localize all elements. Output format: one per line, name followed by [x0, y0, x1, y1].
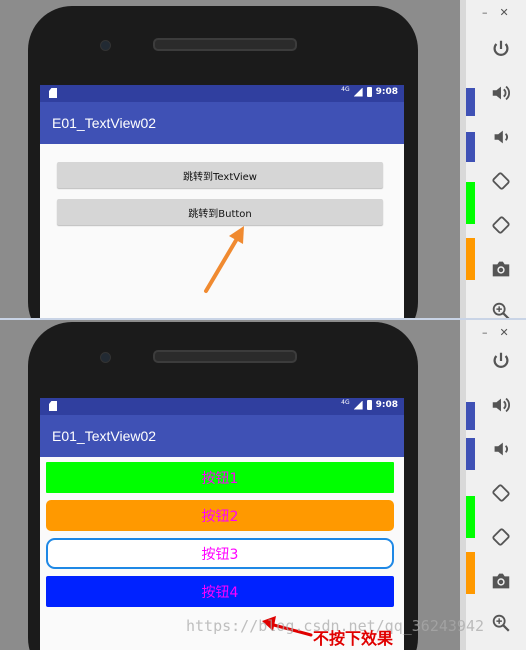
peek-swatch	[466, 402, 475, 430]
camera-lens-icon	[100, 352, 111, 363]
peek-swatch	[466, 496, 475, 538]
camera-icon[interactable]	[488, 568, 514, 594]
phone-screen: 4G 9:08 E01_TextView02 按钮1 按钮2 按钮3 按钮4	[40, 398, 404, 650]
power-icon[interactable]	[488, 36, 514, 62]
phone-frame: 4G 9:08 E01_TextView02 按钮1 按钮2 按钮3 按钮4	[28, 322, 418, 650]
button-3[interactable]: 按钮3	[46, 538, 394, 569]
network-type: 4G	[341, 398, 350, 406]
app-title: E01_TextView02	[40, 415, 404, 457]
minimize-icon[interactable]: –	[482, 326, 488, 339]
status-bar: 4G 9:08	[40, 85, 404, 102]
emulator-toolbar: – ✕	[460, 320, 526, 650]
close-icon[interactable]: ✕	[500, 6, 509, 19]
rotate-right-icon[interactable]	[488, 212, 514, 238]
rotate-left-icon[interactable]	[488, 168, 514, 194]
goto-button-button[interactable]: 跳转到Button	[57, 199, 383, 225]
rotate-left-icon[interactable]	[488, 480, 514, 506]
battery-icon	[366, 400, 372, 410]
minimize-icon[interactable]: –	[482, 6, 488, 19]
close-icon[interactable]: ✕	[500, 326, 509, 339]
app-title: E01_TextView02	[40, 102, 404, 144]
activity-content: 跳转到TextView 跳转到Button	[40, 144, 404, 318]
button-2[interactable]: 按钮2	[46, 500, 394, 531]
peek-swatch	[466, 182, 475, 224]
zoom-icon[interactable]	[488, 298, 514, 318]
signal-icon	[353, 87, 363, 97]
peek-swatch	[466, 132, 475, 162]
button-1[interactable]: 按钮1	[46, 462, 394, 493]
volume-down-icon[interactable]	[488, 436, 514, 462]
peek-swatch	[466, 438, 475, 470]
signal-icon	[353, 400, 363, 410]
sd-card-icon	[49, 401, 57, 411]
peek-swatch	[466, 88, 475, 116]
annotation-label: 不按下效果	[313, 629, 394, 648]
peek-swatch	[466, 238, 475, 280]
speaker-grill	[153, 38, 297, 51]
camera-lens-icon	[100, 40, 111, 51]
sd-card-icon	[49, 88, 57, 98]
emulator-toolbar: – ✕	[460, 0, 526, 318]
network-type: 4G	[341, 85, 350, 93]
speaker-grill	[153, 350, 297, 363]
goto-textview-button[interactable]: 跳转到TextView	[57, 162, 383, 188]
battery-icon	[366, 87, 372, 97]
toolbar-edge	[460, 320, 466, 650]
peek-swatch	[466, 552, 475, 594]
status-bar: 4G 9:08	[40, 398, 404, 415]
volume-up-icon[interactable]	[488, 80, 514, 106]
power-icon[interactable]	[488, 348, 514, 374]
rotate-right-icon[interactable]	[488, 524, 514, 550]
status-time: 9:08	[375, 87, 398, 97]
volume-up-icon[interactable]	[488, 392, 514, 418]
camera-icon[interactable]	[488, 256, 514, 282]
emulator-window-top: 4G 9:08 E01_TextView02 跳转到TextView 跳转到Bu…	[0, 0, 526, 318]
volume-down-icon[interactable]	[488, 124, 514, 150]
zoom-icon[interactable]	[488, 610, 514, 636]
status-time: 9:08	[375, 400, 398, 410]
phone-screen: 4G 9:08 E01_TextView02 跳转到TextView 跳转到Bu…	[40, 85, 404, 318]
button-4[interactable]: 按钮4	[46, 576, 394, 607]
emulator-window-bottom: 4G 9:08 E01_TextView02 按钮1 按钮2 按钮3 按钮4 –…	[0, 320, 526, 650]
phone-frame: 4G 9:08 E01_TextView02 跳转到TextView 跳转到Bu…	[28, 6, 418, 318]
